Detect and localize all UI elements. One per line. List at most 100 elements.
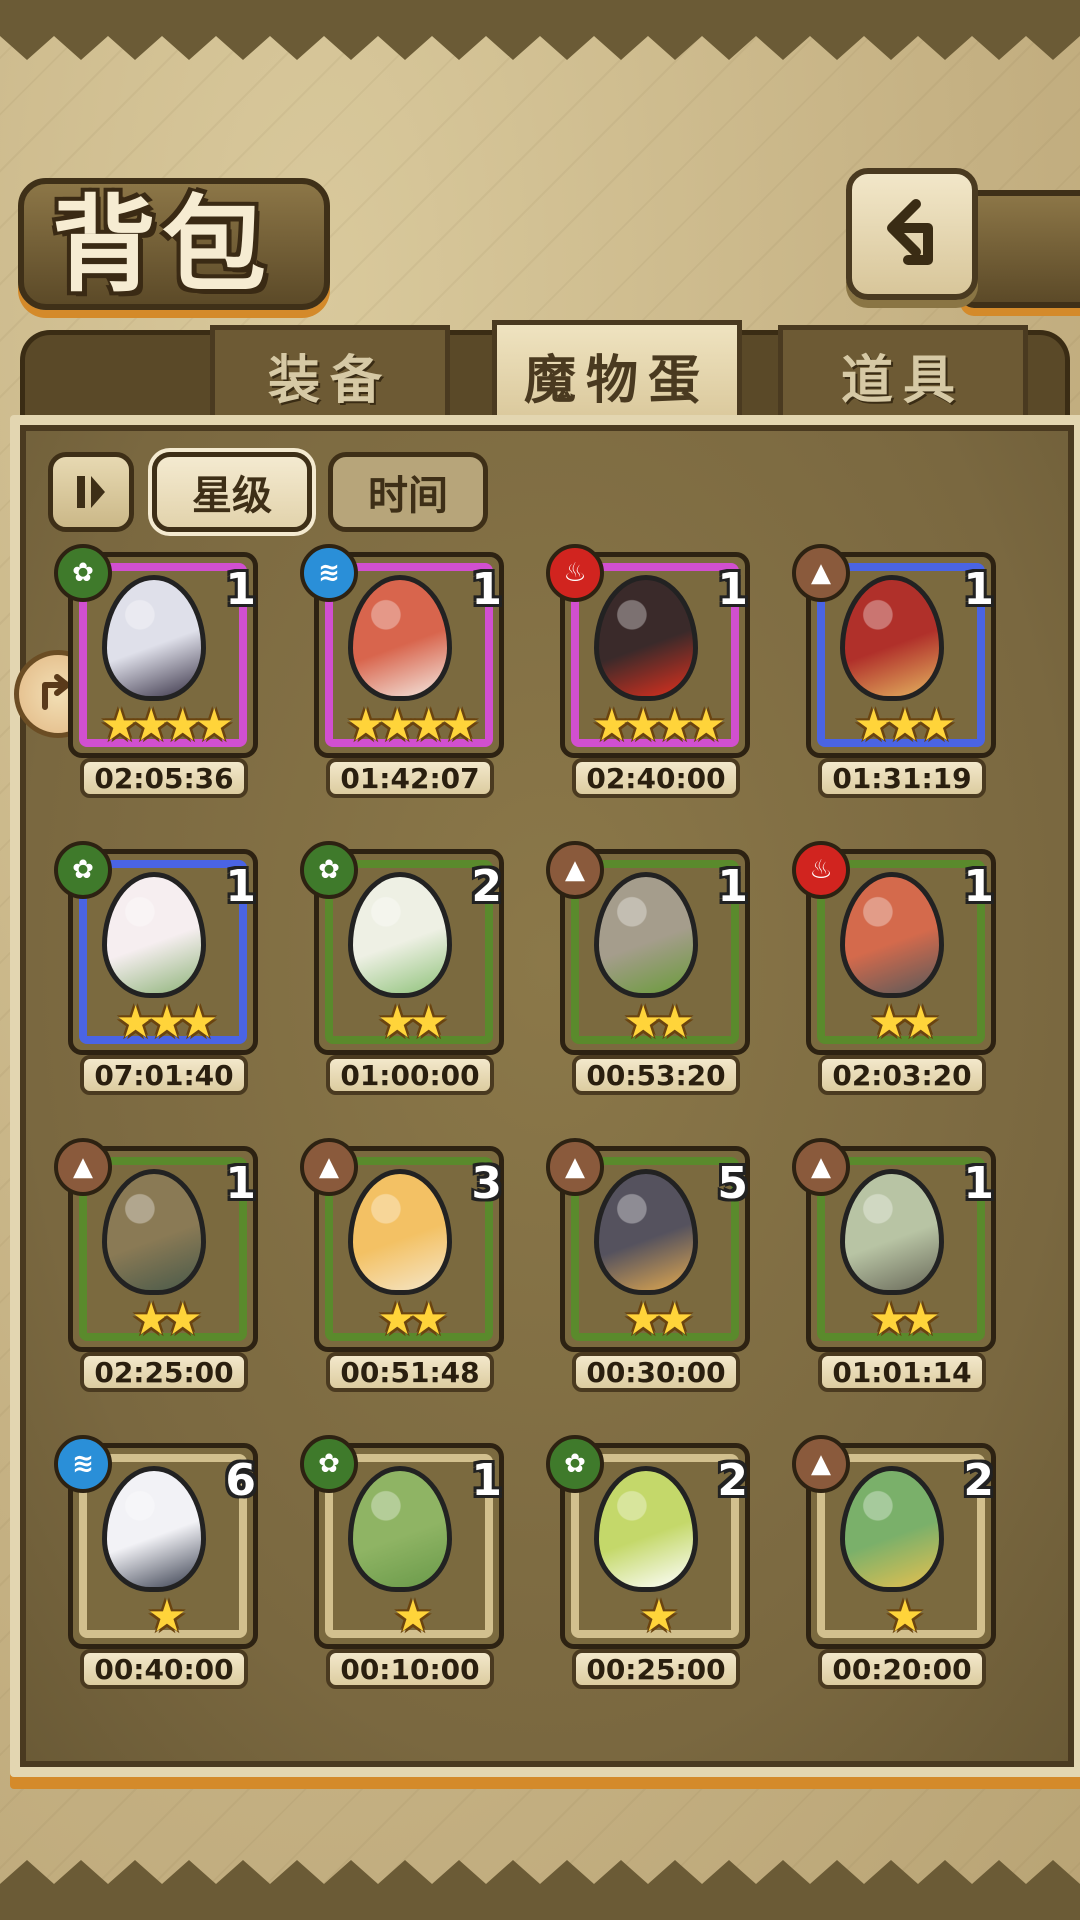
star-icon: ★ — [853, 700, 894, 751]
egg-icon — [94, 872, 214, 998]
egg-card[interactable]: ♨ 1 ★★★★ 02:40:00 — [546, 544, 752, 798]
egg-card[interactable]: ▲ 1 ★★ 01:01:14 — [792, 1138, 998, 1392]
grass-element-icon: ✿ — [54, 544, 112, 602]
egg-shape — [594, 1169, 698, 1295]
back-button-rail — [960, 190, 1080, 308]
egg-card[interactable]: ✿ 2 ★★ 01:00:00 — [300, 841, 506, 1095]
hatch-timer: 02:25:00 — [80, 1352, 248, 1392]
tab-items[interactable]: 道具 — [778, 325, 1028, 420]
sort-order-button[interactable] — [48, 452, 134, 532]
egg-icon — [340, 575, 460, 701]
egg-icon — [340, 872, 460, 998]
star-icon: ★ — [163, 700, 203, 751]
grass-element-icon: ✿ — [300, 1435, 358, 1493]
water-element-icon: ≋ — [54, 1435, 112, 1493]
earth-element-icon: ▲ — [300, 1138, 358, 1196]
egg-card[interactable]: ≋ 1 ★★★★ 01:42:07 — [300, 544, 506, 798]
egg-count: 1 — [963, 1158, 994, 1209]
earth-element-icon: ▲ — [792, 1138, 850, 1196]
egg-icon — [340, 1466, 460, 1592]
star-icon: ★ — [409, 1294, 449, 1345]
egg-count: 1 — [717, 564, 748, 615]
egg-card[interactable]: ✿ 2 ★ 00:25:00 — [546, 1435, 752, 1689]
star-icon: ★ — [869, 997, 910, 1048]
water-element-icon: ≋ — [300, 544, 358, 602]
star-rating: ★ — [68, 1591, 258, 1642]
tab-label: 装备 — [267, 350, 392, 411]
egg-count: 1 — [225, 1158, 256, 1209]
egg-card[interactable]: ▲ 3 ★★ 00:51:48 — [300, 1138, 506, 1392]
egg-card[interactable]: ▲ 2 ★ 00:20:00 — [792, 1435, 998, 1689]
fire-element-icon: ♨ — [546, 544, 604, 602]
star-icon: ★ — [131, 700, 172, 751]
star-icon: ★ — [869, 1294, 910, 1345]
star-icon: ★ — [409, 997, 449, 1048]
star-icon: ★ — [147, 1591, 187, 1642]
star-icon: ★ — [100, 700, 140, 751]
egg-card[interactable]: ▲ 1 ★★ 00:53:20 — [546, 841, 752, 1095]
page-title: 背包 — [52, 184, 273, 306]
grass-element-icon: ✿ — [300, 841, 358, 899]
egg-card[interactable]: ▲ 5 ★★ 00:30:00 — [546, 1138, 752, 1392]
egg-card[interactable]: ▲ 1 ★★ 02:25:00 — [54, 1138, 260, 1392]
star-rating: ★★ — [560, 997, 750, 1048]
star-rating: ★★★ — [68, 997, 258, 1048]
back-button[interactable] — [846, 168, 978, 300]
egg-card[interactable]: ♨ 1 ★★ 02:03:20 — [792, 841, 998, 1095]
egg-count: 1 — [471, 1455, 502, 1506]
egg-card[interactable]: ≋ 6 ★ 00:40:00 — [54, 1435, 260, 1689]
egg-icon — [94, 575, 214, 701]
star-icon: ★ — [163, 1294, 203, 1345]
egg-shape — [594, 872, 698, 998]
fire-element-icon: ♨ — [792, 841, 850, 899]
tab-monster-eggs[interactable]: 魔物蛋 — [492, 320, 742, 425]
star-icon: ★ — [393, 1591, 433, 1642]
egg-icon — [832, 575, 952, 701]
egg-count: 1 — [963, 861, 994, 912]
sort-by-time-button[interactable]: 时间 — [328, 452, 488, 532]
earth-element-icon: ▲ — [546, 841, 604, 899]
hatch-timer: 00:25:00 — [572, 1649, 740, 1689]
tab-equipment[interactable]: 装备 — [210, 325, 450, 420]
sort-toggle-icon — [77, 476, 105, 508]
egg-card[interactable]: ✿ 1 ★★★★ 02:05:36 — [54, 544, 260, 798]
egg-count: 2 — [471, 861, 502, 912]
hatch-timer: 00:10:00 — [326, 1649, 494, 1689]
star-rating: ★★ — [314, 997, 504, 1048]
star-icon: ★ — [131, 1294, 172, 1345]
egg-shape — [840, 1169, 944, 1295]
star-icon: ★ — [885, 700, 925, 751]
egg-icon — [586, 575, 706, 701]
star-icon: ★ — [377, 997, 418, 1048]
egg-shape — [348, 872, 452, 998]
hatch-timer: 01:31:19 — [818, 758, 986, 798]
egg-count: 1 — [471, 564, 502, 615]
hatch-timer: 00:53:20 — [572, 1055, 740, 1095]
egg-count: 2 — [717, 1455, 748, 1506]
tab-label: 道具 — [840, 350, 965, 411]
egg-card[interactable]: ▲ 1 ★★★ 01:31:19 — [792, 544, 998, 798]
egg-card[interactable]: ✿ 1 ★ 00:10:00 — [300, 1435, 506, 1689]
egg-count: 5 — [717, 1158, 748, 1209]
sort-by-star-button[interactable]: 星级 — [152, 452, 312, 532]
star-icon: ★ — [639, 1591, 679, 1642]
egg-shape — [102, 575, 206, 701]
egg-shape — [102, 872, 206, 998]
egg-icon — [340, 1169, 460, 1295]
hatch-timer: 00:30:00 — [572, 1352, 740, 1392]
hatch-timer: 01:00:00 — [326, 1055, 494, 1095]
egg-count: 1 — [225, 564, 256, 615]
star-rating: ★★ — [806, 997, 996, 1048]
star-icon: ★ — [409, 700, 449, 751]
egg-card[interactable]: ✿ 1 ★★★ 07:01:40 — [54, 841, 260, 1095]
grass-element-icon: ✿ — [54, 841, 112, 899]
star-icon: ★ — [885, 1591, 925, 1642]
egg-count: 1 — [225, 861, 256, 912]
egg-shape — [840, 872, 944, 998]
star-icon: ★ — [686, 700, 726, 751]
star-rating: ★★★★ — [560, 700, 750, 751]
hatch-timer: 07:01:40 — [80, 1055, 248, 1095]
hatch-timer: 01:01:14 — [818, 1352, 986, 1392]
earth-element-icon: ▲ — [792, 1435, 850, 1493]
egg-shape — [102, 1169, 206, 1295]
